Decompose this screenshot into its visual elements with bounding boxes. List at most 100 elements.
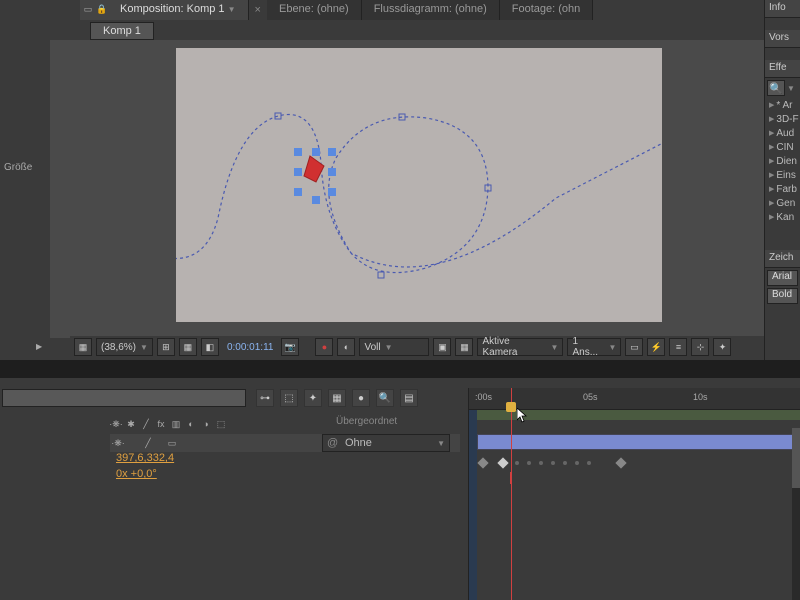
zoom-select[interactable]: (38,6%)▼ [96, 338, 153, 356]
time-ruler[interactable]: :00s 05s 10s [469, 388, 800, 410]
fx-cat-3[interactable]: ▶CIN [765, 140, 800, 154]
roving-kf-icon[interactable] [575, 461, 579, 465]
fx-cat-0[interactable]: ▶* Ar [765, 98, 800, 112]
layer-av-icon[interactable]: ▭ [166, 437, 178, 449]
scroll-right-icon[interactable]: ▶ [36, 342, 46, 352]
roving-kf-icon[interactable] [587, 461, 591, 465]
tab-composition-label: Komposition: Komp 1 [120, 3, 225, 15]
tab-layer[interactable]: Ebene: (ohne) [267, 0, 362, 20]
comp-sub-tab[interactable]: Komp 1 [90, 22, 154, 40]
pickwhip-icon[interactable]: @ [327, 437, 339, 449]
roving-kf-icon[interactable] [539, 461, 543, 465]
always-preview-icon[interactable]: ▦ [74, 338, 92, 356]
switch-adjustment-icon[interactable]: ◑ [200, 418, 212, 430]
pixel-aspect-icon[interactable]: ▭ [625, 338, 643, 356]
lock-icon[interactable]: 🔒 [96, 3, 108, 15]
fx-cat-4-label: Dien [776, 156, 797, 167]
close-icon[interactable]: × [249, 4, 267, 16]
roving-kf-icon[interactable] [551, 461, 555, 465]
project-icon: ▭ [82, 3, 94, 15]
layer-quality-icon[interactable]: ╱ [142, 437, 154, 449]
roving-kf-icon[interactable] [515, 461, 519, 465]
current-time-indicator[interactable] [511, 388, 512, 600]
tick-0: :00s [475, 392, 492, 402]
safe-zones-icon[interactable]: ⊞ [157, 338, 175, 356]
keyframe-icon[interactable] [477, 457, 488, 468]
fx-cat-4[interactable]: ▶Dien [765, 154, 800, 168]
panel-preview[interactable]: Vors [765, 30, 800, 48]
tl-tool-4-icon[interactable]: ▦ [328, 389, 346, 407]
panel-effects[interactable]: Effe [765, 60, 800, 78]
keyframe-row-position[interactable] [469, 456, 800, 470]
switch-frameblend-icon[interactable]: ▥ [170, 418, 182, 430]
fx-cat-2[interactable]: ▶Aud [765, 126, 800, 140]
layer-duration-bar[interactable] [477, 434, 800, 450]
roi-icon[interactable]: ▣ [433, 338, 451, 356]
inpoint-strip[interactable] [469, 410, 477, 600]
tab-flowchart[interactable]: Flussdiagramm: (ohne) [362, 0, 500, 20]
fx-cat-5[interactable]: ▶Eins [765, 168, 800, 182]
timeline-vscroll[interactable] [792, 428, 800, 600]
timeline-graph[interactable]: :00s 05s 10s [468, 388, 800, 600]
transparency-grid-icon[interactable]: ▦ [455, 338, 473, 356]
mask-toggle-icon[interactable]: ◧ [201, 338, 219, 356]
switch-3d-icon[interactable]: ⬚ [215, 418, 227, 430]
exposure-reset-icon[interactable]: ✦ [713, 338, 731, 356]
resolution-select[interactable]: Voll▼ [359, 338, 429, 356]
motion-path[interactable] [176, 48, 662, 322]
scrollbar-thumb[interactable] [792, 428, 800, 488]
cti-head-icon[interactable] [506, 402, 516, 412]
camera-select[interactable]: Aktive Kamera▼ [477, 338, 563, 356]
tl-tool-2-icon[interactable]: ⬚ [280, 389, 298, 407]
panel-info[interactable]: Info [765, 0, 800, 18]
switch-collapse-icon[interactable]: ✱ [125, 418, 137, 430]
snapshot-icon[interactable]: 📷 [281, 338, 299, 356]
switch-shy-icon[interactable]: ·❋· [110, 418, 122, 430]
tl-tool-5-icon[interactable]: ● [352, 389, 370, 407]
switch-fx-icon[interactable]: fx [155, 418, 167, 430]
fx-cat-7[interactable]: ▶Gen [765, 196, 800, 210]
rotation-value[interactable]: 0x +0,0° [116, 468, 157, 480]
grid-icon[interactable]: ▦ [179, 338, 197, 356]
panel-character[interactable]: Zeich [765, 250, 800, 268]
layer-shy-icon[interactable]: ·❋· [112, 437, 124, 449]
views-select[interactable]: 1 Ans...▼ [567, 338, 621, 356]
fx-cat-7-label: Gen [776, 198, 795, 209]
tab-footage[interactable]: Footage: (ohn [500, 0, 594, 20]
timeline-icon[interactable]: ≡ [669, 338, 687, 356]
font-style-select[interactable]: Bold [767, 288, 798, 304]
fx-cat-0-label: * Ar [776, 100, 792, 111]
color-mgmt-icon[interactable]: ◐ [337, 338, 355, 356]
fx-cat-1[interactable]: ▶3D-F [765, 112, 800, 126]
keyframe-icon[interactable] [497, 457, 508, 468]
composition-viewer[interactable] [50, 40, 764, 338]
position-value[interactable]: 397,6,332,4 [116, 452, 174, 464]
tl-tool-1-icon[interactable]: ⊶ [256, 389, 274, 407]
switch-motionblur-icon[interactable]: ◐ [185, 418, 197, 430]
channel-icon[interactable]: ● [315, 338, 333, 356]
fx-cat-8[interactable]: ▶Kan [765, 210, 800, 224]
font-family-select[interactable]: Arial [767, 270, 798, 286]
fast-preview-icon[interactable]: ⚡ [647, 338, 665, 356]
panel-divider[interactable] [0, 360, 800, 378]
work-area-bar[interactable] [477, 410, 800, 420]
parent-select[interactable]: @ Ohne ▼ [322, 434, 450, 452]
keyframe-icon[interactable] [615, 457, 626, 468]
right-panel-dock: Info Vors Effe 🔍▼ ▶* Ar ▶3D-F ▶Aud ▶CIN … [764, 0, 800, 360]
composition-canvas[interactable] [176, 48, 662, 322]
fx-cat-5-label: Eins [776, 170, 795, 181]
timeline-search-input[interactable] [2, 389, 246, 407]
comp-flowchart-icon[interactable]: ⊹ [691, 338, 709, 356]
roving-kf-icon[interactable] [527, 461, 531, 465]
tl-tool-7-icon[interactable]: ▤ [400, 389, 418, 407]
col-size-label: Größe [4, 162, 32, 173]
tl-tool-6-icon[interactable]: 🔍 [376, 389, 394, 407]
current-time[interactable]: 0:00:01:11 [223, 342, 278, 353]
switch-quality-icon[interactable]: ╱ [140, 418, 152, 430]
fx-cat-6[interactable]: ▶Farb [765, 182, 800, 196]
search-icon[interactable]: 🔍 [767, 80, 785, 96]
tl-tool-3-icon[interactable]: ✦ [304, 389, 322, 407]
roving-kf-icon[interactable] [563, 461, 567, 465]
fx-cat-6-label: Farb [776, 184, 797, 195]
fx-cat-3-label: CIN [776, 142, 793, 153]
